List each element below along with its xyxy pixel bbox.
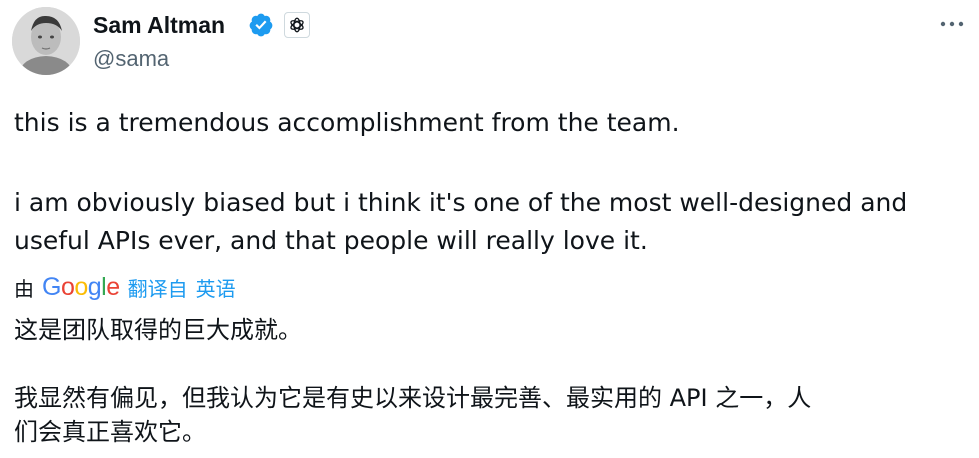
avatar-photo: [12, 7, 80, 75]
avatar[interactable]: [12, 7, 80, 75]
translated-text-paragraph-1: 这是团队取得的巨大成就。: [14, 316, 302, 344]
google-logo-letter: o: [60, 272, 75, 301]
tweet-text-paragraph-1: this is a tremendous accomplishment from…: [14, 108, 680, 137]
translated-text-paragraph-2-line-2: 们会真正喜欢它。: [14, 418, 206, 446]
google-logo-letter: o: [74, 272, 88, 301]
author-handle[interactable]: @sama: [93, 45, 169, 73]
tweet-card: Sam Altman @sama this is a tremendous ac…: [0, 0, 979, 458]
translation-attribution: 由 Google 翻译自 英语: [14, 272, 236, 302]
google-logo: Google: [42, 273, 120, 302]
more-options-button[interactable]: [936, 14, 968, 34]
source-language-link[interactable]: 英语: [196, 273, 236, 302]
translated-from-link[interactable]: 翻译自: [128, 273, 188, 302]
tweet-text-paragraph-2-line-2: useful APIs ever, and that people will r…: [14, 226, 648, 255]
openai-logo-glyph: [290, 17, 304, 33]
verified-badge-icon: [249, 13, 273, 37]
translated-text-paragraph-2-line-1: 我显然有偏见，但我认为它是有史以来设计最完善、最实用的 API 之一，人: [14, 384, 812, 412]
google-logo-letter: g: [87, 272, 102, 301]
google-logo-letter: G: [42, 272, 61, 301]
translated-by-label: 由: [14, 276, 34, 301]
google-logo-letter: e: [106, 272, 120, 301]
more-horizontal-icon: [940, 21, 964, 27]
openai-logo-icon[interactable]: [284, 12, 310, 38]
tweet-text-paragraph-2-line-1: i am obviously biased but i think it's o…: [14, 188, 908, 217]
author-name[interactable]: Sam Altman: [93, 10, 225, 40]
